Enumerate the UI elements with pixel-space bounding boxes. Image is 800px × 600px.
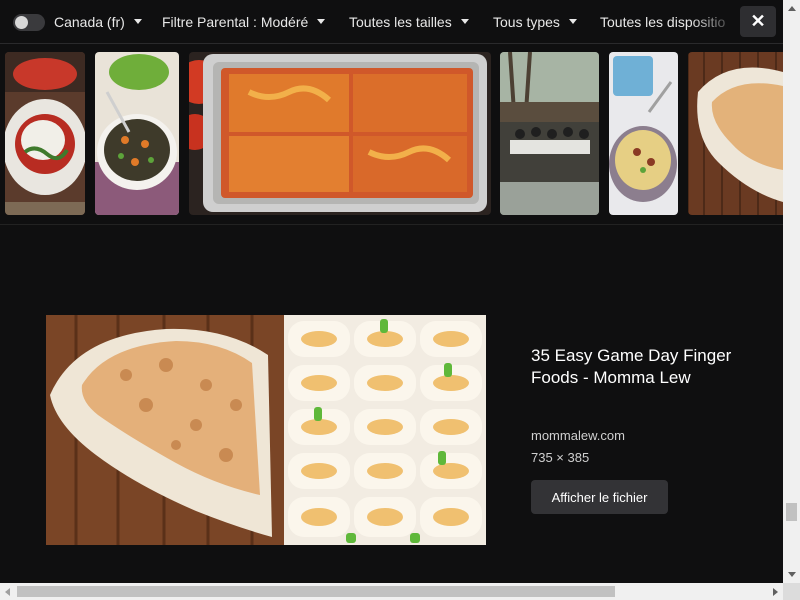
chevron-down-icon	[568, 19, 577, 24]
pinwheels-image	[688, 52, 783, 215]
scroll-down-arrow-icon[interactable]	[788, 572, 796, 577]
thumbnail-strip	[0, 44, 783, 225]
salad-image	[95, 52, 179, 215]
horizontal-scrollbar[interactable]	[0, 583, 783, 600]
close-icon: ✕	[750, 11, 766, 31]
chevron-down-icon	[460, 19, 469, 24]
soup-image	[609, 52, 678, 215]
chevron-down-icon	[133, 19, 142, 24]
filter-overflow-fade	[690, 0, 740, 43]
thumbnail-pinwheels[interactable]	[688, 52, 783, 215]
filter-bar: Canada (fr) Filtre Parental : Modéré Tou…	[0, 0, 783, 44]
region-filter-dropdown[interactable]: Canada (fr)	[54, 0, 142, 43]
close-button[interactable]: ✕	[740, 6, 776, 37]
thumbnail-stuffed-pepper[interactable]	[5, 52, 85, 215]
safe-search-filter-dropdown[interactable]: Filtre Parental : Modéré	[162, 0, 326, 43]
safe-search-filter-label: Filtre Parental : Modéré	[162, 13, 309, 30]
size-filter-label: Toutes les tailles	[349, 13, 452, 30]
scroll-up-arrow-icon[interactable]	[788, 6, 796, 11]
preview-image[interactable]	[46, 315, 486, 545]
image-title[interactable]: 35 Easy Game Day Finger Foods - Momma Le…	[531, 345, 741, 389]
scroll-left-arrow-icon[interactable]	[5, 588, 10, 596]
thumbnail-soup[interactable]	[609, 52, 678, 215]
toggle-knob	[15, 16, 28, 29]
type-filter-dropdown[interactable]: Tous types	[493, 0, 577, 43]
image-dimensions: 735 × 385	[531, 450, 590, 465]
thumbnail-lasagna[interactable]	[189, 52, 491, 215]
thumbnail-salad[interactable]	[95, 52, 179, 215]
vertical-scroll-thumb[interactable]	[786, 503, 797, 521]
scrollbar-corner	[783, 583, 800, 600]
image-source-domain[interactable]: mommalew.com	[531, 428, 625, 443]
lasagna-image	[189, 52, 491, 215]
pinwheels-preview-image	[46, 315, 486, 545]
region-filter-label: Canada (fr)	[54, 13, 125, 30]
horizontal-scroll-thumb[interactable]	[17, 586, 615, 597]
safe-search-toggle[interactable]	[13, 14, 45, 31]
chevron-down-icon	[317, 19, 326, 24]
size-filter-dropdown[interactable]: Toutes les tailles	[349, 0, 469, 43]
image-detail-panel: 35 Easy Game Day Finger Foods - Momma Le…	[0, 224, 783, 584]
scroll-right-arrow-icon[interactable]	[773, 588, 778, 596]
type-filter-label: Tous types	[493, 13, 560, 30]
open-file-button[interactable]: Afficher le fichier	[531, 480, 668, 514]
vertical-scrollbar[interactable]	[783, 0, 800, 583]
party-image	[500, 52, 599, 215]
thumbnail-party[interactable]	[500, 52, 599, 215]
stuffed-pepper-image	[5, 52, 85, 215]
